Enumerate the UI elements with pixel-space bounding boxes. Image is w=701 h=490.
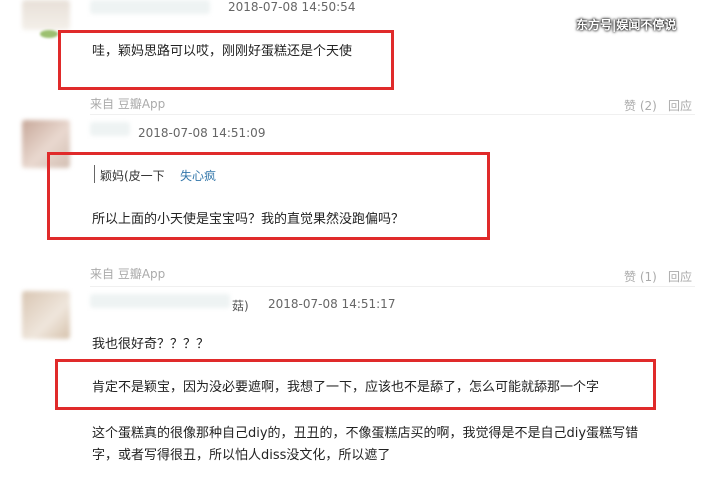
divider [90,286,695,287]
comment-text: 字，或者写得很丑，所以怕人diss没文化，所以遮了 [92,448,391,463]
leaf-decoration [40,30,58,38]
quote-tag[interactable]: 失心疯 [180,167,216,184]
quote-username[interactable]: 颖妈(皮一下 [100,167,165,184]
watermark-label: 东方号|娱闻不停说 [576,18,677,32]
reply-button[interactable]: 回应 [668,97,692,114]
comment-timestamp: 2018-07-08 14:51:17 [268,297,396,311]
comment-text: 这个蛋糕真的很像那种自己diy的，丑丑的，不像蛋糕店买的啊，我觉得是不是自己di… [92,426,639,441]
comment-text: 哇，颖妈思路可以哎，刚刚好蛋糕还是个天使 [92,44,353,59]
comment-timestamp: 2018-07-08 14:50:54 [228,0,356,14]
comment-text: 我也很好奇？？？？ [92,337,210,352]
username-blurred[interactable] [90,0,210,14]
reply-button[interactable]: 回应 [668,268,692,285]
like-button[interactable]: 赞 (2) [624,97,657,114]
avatar[interactable] [22,0,70,30]
comment-timestamp: 2018-07-08 14:51:09 [138,126,266,140]
comment-source: 来自 豆瓣App [90,97,166,111]
username-blurred[interactable] [90,122,130,136]
username-suffix: 菇) [232,299,249,313]
username-blurred[interactable] [90,294,230,308]
comment-text: 所以上面的小天使是宝宝吗？我的直觉果然没跑偏吗？ [92,212,405,227]
comment-text: 肯定不是颖宝，因为没必要遮啊，我想了一下，应该也不是舔了，怎么可能就舔那一个字 [92,380,600,395]
comment-source: 来自 豆瓣App [90,267,166,281]
avatar[interactable] [22,291,70,339]
quote-bar [94,165,95,183]
highlight-box [58,30,394,90]
divider [90,114,695,115]
like-button[interactable]: 赞 (1) [624,268,657,285]
